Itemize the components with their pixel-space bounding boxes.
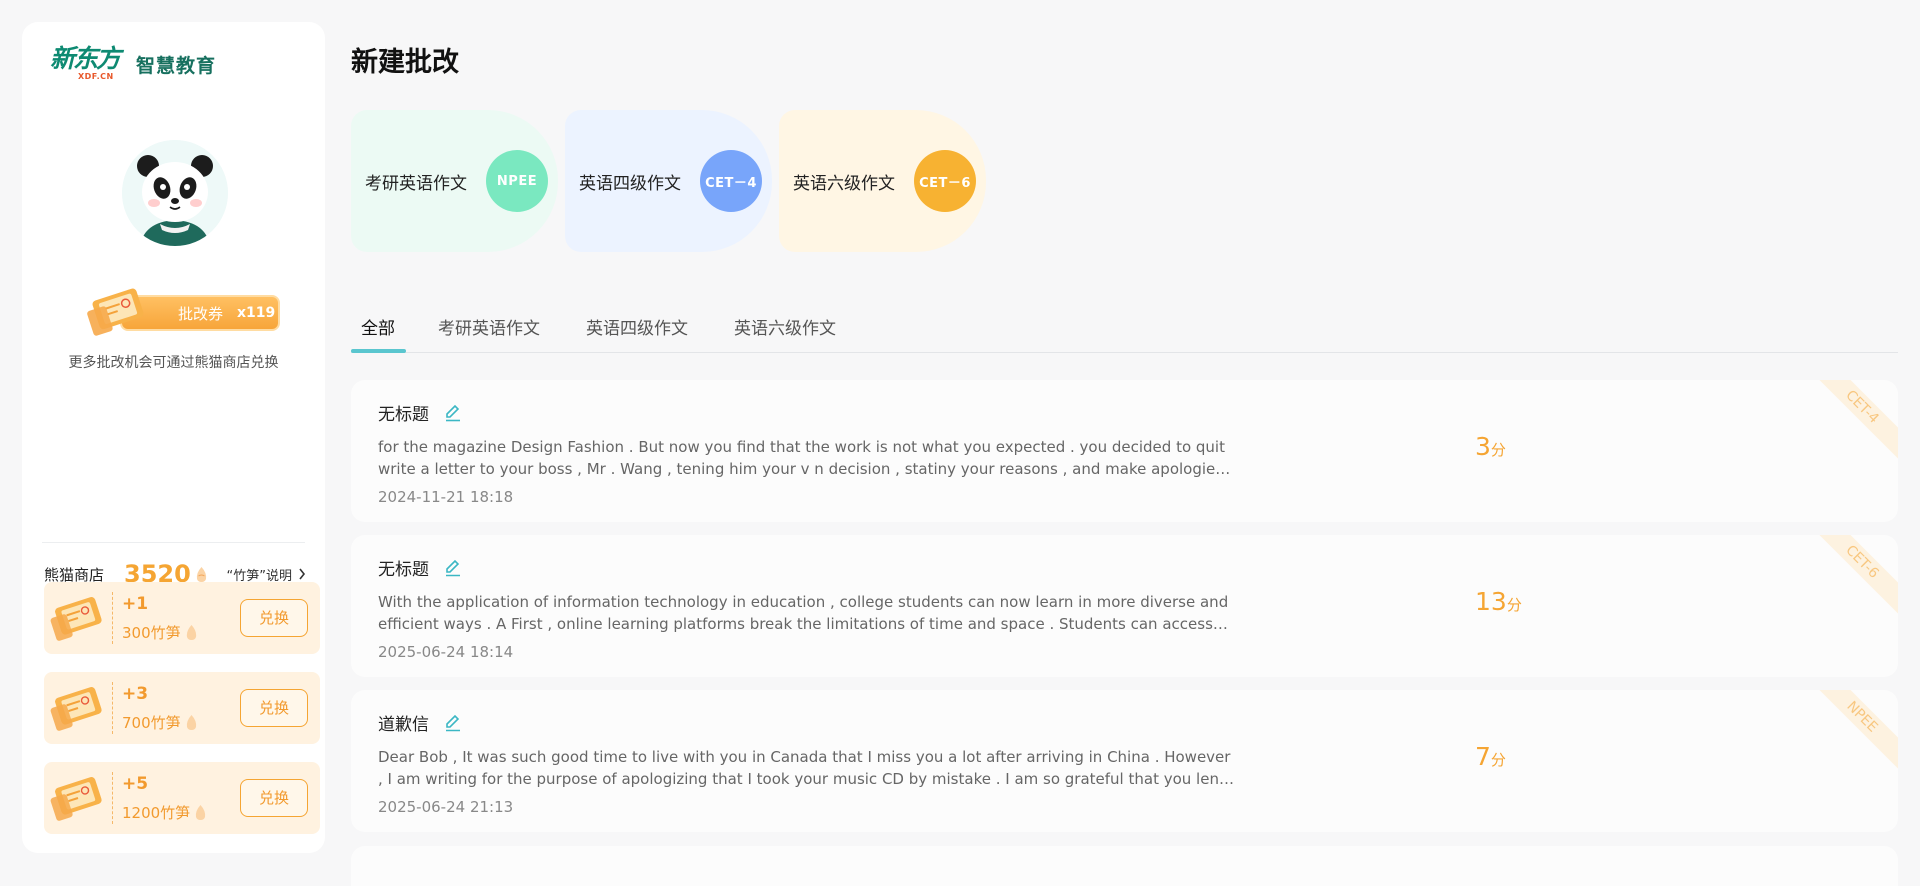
coupon-count: x119 xyxy=(237,305,276,321)
edit-icon[interactable] xyxy=(443,558,463,578)
essay-title-row: 无标题 xyxy=(378,400,463,425)
exam-type-ribbon: CET-4 xyxy=(1804,380,1898,465)
bamboo-icon xyxy=(194,804,207,821)
coupon-label: 批改券 xyxy=(178,304,224,323)
xdf-logo-mark: 新东方 XDF.CN xyxy=(50,44,121,81)
shop-item-count: +1 xyxy=(122,594,149,614)
exchange-button[interactable]: 兑换 xyxy=(240,599,308,637)
essay-title: 道歉信 xyxy=(378,715,429,735)
essay-excerpt: for the magazine Design Fashion . But no… xyxy=(378,438,1225,478)
essay-title: 无标题 xyxy=(378,405,429,425)
ticket-icon xyxy=(48,680,108,736)
essay-title: 无标题 xyxy=(378,560,429,580)
essay-card[interactable]: 道歉信 Dear Bob , It was such good time to … xyxy=(351,690,1898,832)
shop-item-price: 300竹笋 xyxy=(122,622,198,643)
ticket-icon xyxy=(82,280,154,340)
essay-card[interactable]: 无标题 With the application of information … xyxy=(351,535,1898,677)
logo-text: 智慧教育 xyxy=(136,54,217,77)
category-badge: CET－6 xyxy=(914,150,976,212)
bamboo-icon xyxy=(185,624,198,641)
category-card-cet6[interactable]: 英语六级作文 CET－6 xyxy=(779,110,986,252)
coupon-badge: 批改券 x119 xyxy=(82,280,282,340)
shop-item-count: +3 xyxy=(122,684,149,704)
chevron-right-icon xyxy=(299,568,306,580)
exchange-hint: 更多批改机会可通过熊猫商店兑换 xyxy=(68,355,279,371)
tab-npee[interactable]: 考研英语作文 xyxy=(438,314,540,339)
essay-date: 2024-11-21 18:18 xyxy=(378,488,514,506)
essay-excerpt: With the application of information tech… xyxy=(378,593,1229,633)
tab-cet6[interactable]: 英语六级作文 xyxy=(734,314,836,339)
page-title: 新建批改 xyxy=(351,47,459,78)
essay-date: 2025-06-24 18:14 xyxy=(378,643,514,661)
shop-item: +1 300竹笋 兑换 xyxy=(44,582,320,654)
essay-card[interactable]: 无标题 for the magazine Design Fashion . Bu… xyxy=(351,380,1898,522)
ticket-icon xyxy=(48,590,108,646)
panda-avatar[interactable] xyxy=(122,140,228,246)
shop-item-divider xyxy=(112,682,113,734)
active-tab-indicator xyxy=(351,349,406,353)
shop-item-price: 700竹笋 xyxy=(122,712,198,733)
exam-type-ribbon: CET-6 xyxy=(1804,535,1898,620)
bamboo-icon xyxy=(185,714,198,731)
shop-item-count: +5 xyxy=(122,774,149,794)
category-label: 英语六级作文 xyxy=(793,173,895,194)
essay-score: 7分 xyxy=(1475,742,1506,771)
edit-icon[interactable] xyxy=(443,403,463,423)
essay-excerpt: Dear Bob , It was such good time to live… xyxy=(378,748,1231,788)
category-card-cet4[interactable]: 英语四级作文 CET－4 xyxy=(565,110,772,252)
essay-title-row: 无标题 xyxy=(378,555,463,580)
exchange-button[interactable]: 兑换 xyxy=(240,779,308,817)
category-label: 英语四级作文 xyxy=(579,173,681,194)
shop-item-divider xyxy=(112,772,113,824)
sidebar-divider xyxy=(42,542,305,543)
category-label: 考研英语作文 xyxy=(365,173,467,194)
bamboo-explain-link[interactable]: “竹笋”说明 xyxy=(227,565,306,584)
essay-score: 13分 xyxy=(1475,587,1522,616)
shop-item: +5 1200竹笋 兑换 xyxy=(44,762,320,834)
tab-cet4[interactable]: 英语四级作文 xyxy=(586,314,688,339)
tab-all[interactable]: 全部 xyxy=(361,314,395,339)
sidebar: 新东方 XDF.CN 智慧教育 批改券 x119 更多批改机会可通过熊猫商店兑换… xyxy=(22,22,325,853)
shop-item: +3 700竹笋 兑换 xyxy=(44,672,320,744)
category-badge: CET－4 xyxy=(700,150,762,212)
shop-item-price: 1200竹笋 xyxy=(122,802,207,823)
essay-score: 3分 xyxy=(1475,432,1506,461)
essay-date: 2025-06-24 21:13 xyxy=(378,798,514,816)
shop-item-divider xyxy=(112,592,113,644)
brand-logo[interactable]: 新东方 XDF.CN 智慧教育 xyxy=(50,44,216,84)
exchange-button[interactable]: 兑换 xyxy=(240,689,308,727)
ticket-icon xyxy=(48,770,108,826)
essay-title-row: 道歉信 xyxy=(378,710,463,735)
edit-icon[interactable] xyxy=(443,713,463,733)
essay-card-partial[interactable] xyxy=(351,846,1898,886)
category-card-npee[interactable]: 考研英语作文 NPEE xyxy=(351,110,558,252)
filter-tabs: 全部 考研英语作文 英语四级作文 英语六级作文 xyxy=(351,306,1898,353)
exam-type-ribbon: NPEE xyxy=(1804,690,1898,775)
bamboo-icon xyxy=(195,566,208,583)
category-badge: NPEE xyxy=(486,150,548,212)
